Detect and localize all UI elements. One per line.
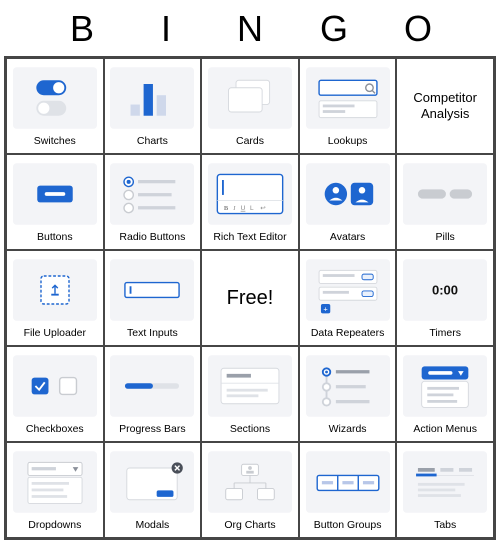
cell-label: Modals: [105, 520, 201, 537]
bingo-cell[interactable]: Timers: [396, 250, 494, 346]
bingo-cell[interactable]: Button Groups: [299, 442, 397, 538]
bingo-cell[interactable]: Avatars: [299, 154, 397, 250]
header-letter: B: [40, 8, 124, 50]
orgcharts-icon: [202, 443, 298, 520]
textinput-icon: [105, 251, 201, 328]
cell-label: Sections: [202, 424, 298, 441]
bingo-cell[interactable]: Action Menus: [396, 346, 494, 442]
cell-label: Text Inputs: [105, 328, 201, 345]
cell-label: Pills: [397, 232, 493, 249]
modals-icon: [105, 443, 201, 520]
repeaters-icon: [300, 251, 396, 328]
rte-icon: [202, 155, 298, 232]
cards-icon: [202, 59, 298, 136]
bingo-cell[interactable]: Free!: [201, 250, 299, 346]
wizards-icon: [300, 347, 396, 424]
bingo-card: B I N G O SwitchesChartsCardsLookupsComp…: [0, 0, 500, 540]
cell-label: Radio Buttons: [105, 232, 201, 249]
bingo-cell[interactable]: File Uploader: [6, 250, 104, 346]
header-letter: I: [124, 8, 208, 50]
bingo-grid: SwitchesChartsCardsLookupsCompetitor Ana…: [4, 56, 496, 540]
pills-icon: [397, 155, 493, 232]
cell-label: Rich Text Editor: [202, 232, 298, 249]
cell-label: Action Menus: [397, 424, 493, 441]
charts-icon: [105, 59, 201, 136]
bingo-header: B I N G O: [0, 0, 500, 56]
cell-label: Button Groups: [300, 520, 396, 537]
cell-label: Lookups: [300, 136, 396, 153]
progress-icon: [105, 347, 201, 424]
bingo-cell[interactable]: Rich Text Editor: [201, 154, 299, 250]
bingo-cell[interactable]: Charts: [104, 58, 202, 154]
cell-label: Cards: [202, 136, 298, 153]
tabs-icon: [397, 443, 493, 520]
cell-label: Switches: [7, 136, 103, 153]
radio-icon: [105, 155, 201, 232]
header-letter: N: [208, 8, 292, 50]
cell-label: Charts: [105, 136, 201, 153]
uploader-icon: [7, 251, 103, 328]
timers-icon: [397, 251, 493, 328]
bingo-cell[interactable]: Sections: [201, 346, 299, 442]
switches-icon: [7, 59, 103, 136]
cell-label: Data Repeaters: [300, 328, 396, 345]
actionmenus-icon: [397, 347, 493, 424]
checkboxes-icon: [7, 347, 103, 424]
bingo-cell[interactable]: Pills: [396, 154, 494, 250]
cell-label: Avatars: [300, 232, 396, 249]
header-letter: G: [292, 8, 376, 50]
bingo-cell[interactable]: Radio Buttons: [104, 154, 202, 250]
bingo-cell[interactable]: Tabs: [396, 442, 494, 538]
bingo-cell[interactable]: Text Inputs: [104, 250, 202, 346]
bingo-cell[interactable]: Cards: [201, 58, 299, 154]
buttons-icon: [7, 155, 103, 232]
bingo-cell[interactable]: Buttons: [6, 154, 104, 250]
cell-label: Dropdowns: [7, 520, 103, 537]
bingo-cell[interactable]: Lookups: [299, 58, 397, 154]
free-space: Free!: [202, 251, 298, 345]
cell-label: Checkboxes: [7, 424, 103, 441]
header-letter: O: [376, 8, 460, 50]
bingo-cell[interactable]: Data Repeaters: [299, 250, 397, 346]
buttongroups-icon: [300, 443, 396, 520]
bingo-cell[interactable]: Competitor Analysis: [396, 58, 494, 154]
bingo-cell[interactable]: Modals: [104, 442, 202, 538]
sections-icon: [202, 347, 298, 424]
cell-label: Buttons: [7, 232, 103, 249]
dropdowns-icon: [7, 443, 103, 520]
cell-label: Progress Bars: [105, 424, 201, 441]
cell-label: File Uploader: [7, 328, 103, 345]
cell-label: Timers: [397, 328, 493, 345]
bingo-cell[interactable]: Checkboxes: [6, 346, 104, 442]
cell-label: Wizards: [300, 424, 396, 441]
lookups-icon: [300, 59, 396, 136]
bingo-cell[interactable]: Dropdowns: [6, 442, 104, 538]
avatars-icon: [300, 155, 396, 232]
cell-label: Tabs: [397, 520, 493, 537]
bingo-cell[interactable]: Org Charts: [201, 442, 299, 538]
bingo-cell[interactable]: Progress Bars: [104, 346, 202, 442]
cell-label: Org Charts: [202, 520, 298, 537]
bingo-cell[interactable]: Switches: [6, 58, 104, 154]
cell-text: Competitor Analysis: [397, 59, 493, 153]
bingo-cell[interactable]: Wizards: [299, 346, 397, 442]
